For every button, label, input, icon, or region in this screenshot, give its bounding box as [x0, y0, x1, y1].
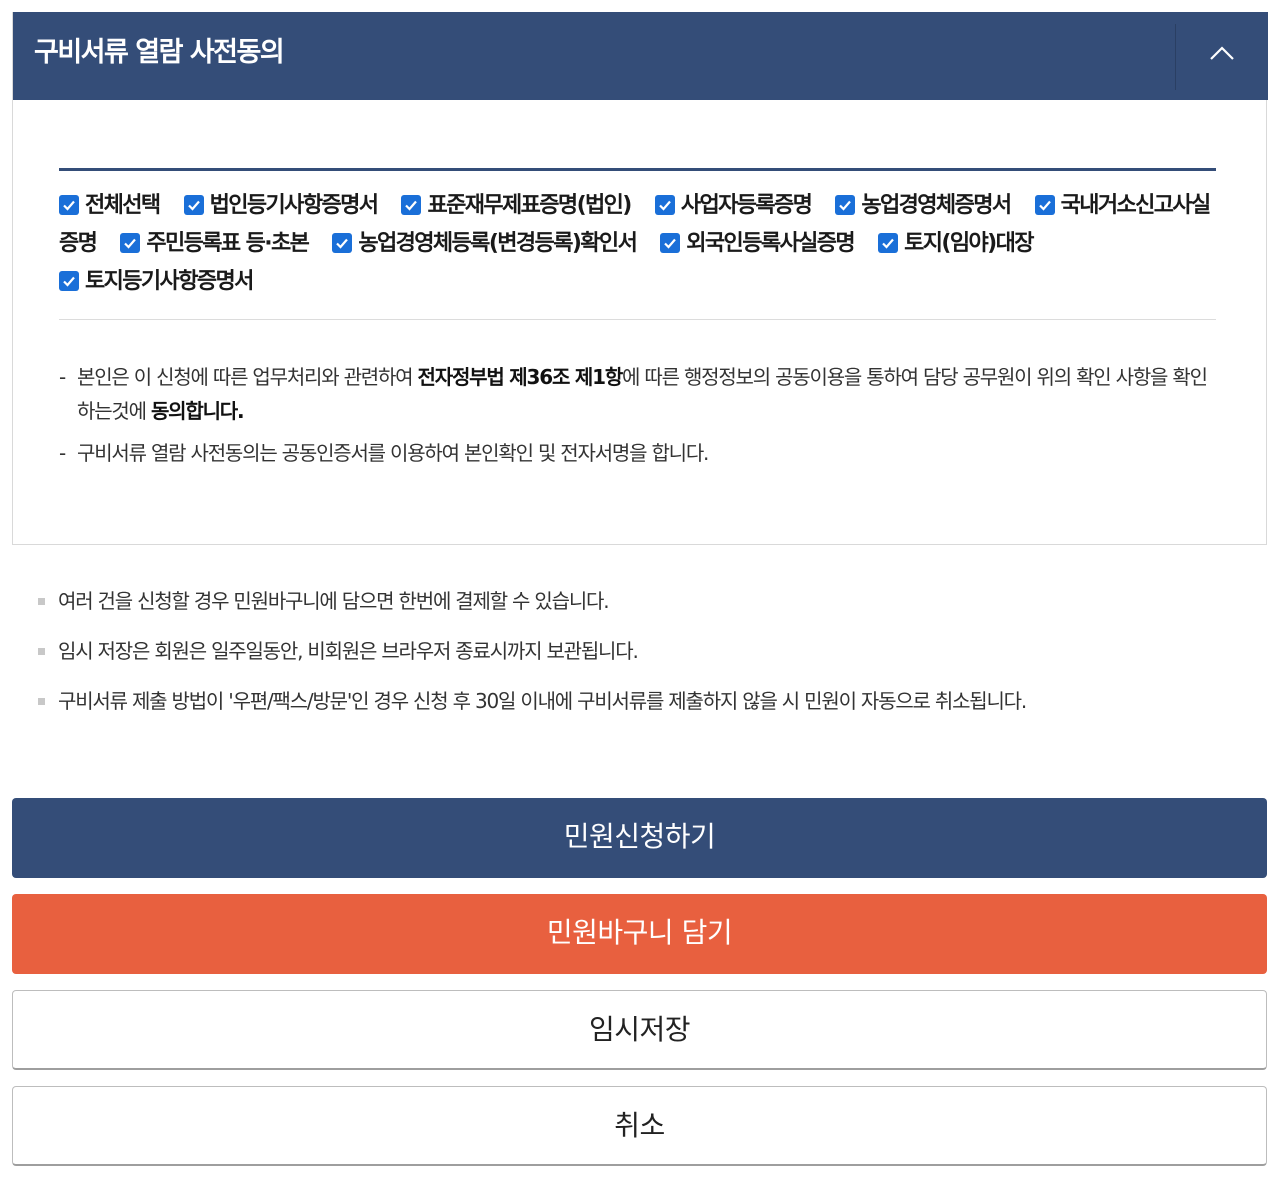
checkbox-business-registration[interactable]: 사업자등록증명 — [654, 193, 813, 218]
checkbox-checked-icon[interactable] — [660, 233, 681, 253]
apply-button[interactable]: 민원신청하기 — [12, 798, 1267, 878]
section-top-rule — [59, 168, 1216, 171]
checkbox-label: 외국인등록사실증명 — [686, 231, 855, 256]
checkbox-checked-icon[interactable] — [120, 233, 141, 253]
checkbox-label: 토지등기사항증명서 — [85, 269, 254, 294]
agreement-text-part: 본인은 이 신청에 따른 업무처리와 관련하여 — [77, 365, 418, 389]
checkbox-checked-icon[interactable] — [654, 195, 675, 215]
checkbox-checked-icon[interactable] — [332, 233, 353, 253]
checkbox-label: 주민등록표 등·초본 — [146, 231, 310, 256]
checkbox-checked-icon[interactable] — [835, 195, 856, 215]
checkbox-foreigner-registration[interactable]: 외국인등록사실증명 — [660, 231, 856, 256]
checkbox-label: 표준재무제표증명(법인) — [427, 193, 632, 218]
document-checkbox-group: 전체선택 법인등기사항증명서 표준재무제표증명(법인) 사업자등록증명 농업경영… — [59, 187, 1224, 301]
checkbox-label: 사업자등록증명 — [680, 193, 813, 218]
checkbox-land-ledger[interactable]: 토지(임야)대장 — [878, 231, 1034, 256]
panel-title: 구비서류 열람 사전동의 — [34, 37, 285, 68]
checkbox-checked-icon[interactable] — [59, 195, 79, 215]
checkbox-checked-icon[interactable] — [183, 195, 204, 215]
note-text: 임시 저장은 회원은 일주일동안, 비회원은 브라우저 종료시까지 보관됩니다. — [58, 639, 639, 663]
consent-panel: 구비서류 열람 사전동의 전체선택 법인등기사항증명서 표준재무제표증명(법인)… — [12, 12, 1268, 545]
add-to-basket-button[interactable]: 민원바구니 담기 — [12, 894, 1267, 974]
checkbox-corp-registry[interactable]: 법인등기사항증명서 — [183, 193, 379, 218]
checkbox-farm-registration[interactable]: 농업경영체등록(변경등록)확인서 — [332, 231, 638, 256]
checkbox-checked-icon[interactable] — [59, 271, 79, 291]
square-bullet-icon — [38, 698, 45, 705]
checkbox-resident-registration[interactable]: 주민등록표 등·초본 — [120, 231, 310, 256]
checkbox-checked-icon[interactable] — [878, 233, 899, 253]
agreement-law-reference: 전자정부법 제36조 제1항 — [417, 365, 624, 389]
panel-header: 구비서류 열람 사전동의 — [13, 12, 1268, 100]
square-bullet-icon — [38, 648, 45, 655]
collapse-toggle-button[interactable] — [1176, 12, 1268, 100]
cancel-button[interactable]: 취소 — [12, 1086, 1267, 1166]
agreement-line-1: 본인은 이 신청에 따른 업무처리와 관련하여 전자정부법 제36조 제1항에 … — [59, 360, 1209, 428]
note-text: 여러 건을 신청할 경우 민원바구니에 담으면 한번에 결제할 수 있습니다. — [58, 589, 610, 613]
agreement-consent: 동의합니다. — [150, 399, 245, 423]
agreement-text: 본인은 이 신청에 따른 업무처리와 관련하여 전자정부법 제36조 제1항에 … — [59, 360, 1209, 478]
agreement-line-2: 구비서류 열람 사전동의는 공동인증서를 이용하여 본인확인 및 전자서명을 합… — [59, 436, 1209, 470]
section-divider — [59, 319, 1216, 320]
square-bullet-icon — [38, 598, 45, 605]
checkbox-checked-icon[interactable] — [1034, 195, 1055, 215]
note-text: 구비서류 제출 방법이 '우편/팩스/방문'인 경우 신청 후 30일 이내에 … — [58, 689, 1027, 713]
checkbox-label: 농업경영체증명서 — [861, 193, 1012, 218]
temp-save-button[interactable]: 임시저장 — [12, 990, 1267, 1070]
checkbox-label: 토지(임야)대장 — [904, 231, 1034, 256]
checkbox-farm-certificate[interactable]: 농업경영체증명서 — [835, 193, 1012, 218]
checkbox-checked-icon[interactable] — [401, 195, 422, 215]
checkbox-label: 전체선택 — [85, 193, 161, 218]
checkbox-label: 농업경영체등록(변경등록)확인서 — [358, 231, 637, 256]
checkbox-land-registry[interactable]: 토지등기사항증명서 — [59, 269, 254, 294]
note-item: 임시 저장은 회원은 일주일동안, 비회원은 브라우저 종료시까지 보관됩니다. — [38, 634, 1238, 668]
note-item: 여러 건을 신청할 경우 민원바구니에 담으면 한번에 결제할 수 있습니다. — [38, 584, 1238, 618]
info-notes: 여러 건을 신청할 경우 민원바구니에 담으면 한번에 결제할 수 있습니다. … — [38, 584, 1238, 734]
note-item: 구비서류 제출 방법이 '우편/팩스/방문'인 경우 신청 후 30일 이내에 … — [38, 684, 1238, 718]
checkbox-financial-statement[interactable]: 표준재무제표증명(법인) — [401, 193, 632, 218]
chevron-up-icon — [1210, 46, 1234, 60]
checkbox-select-all[interactable]: 전체선택 — [59, 193, 161, 218]
checkbox-label: 법인등기사항증명서 — [209, 193, 379, 218]
